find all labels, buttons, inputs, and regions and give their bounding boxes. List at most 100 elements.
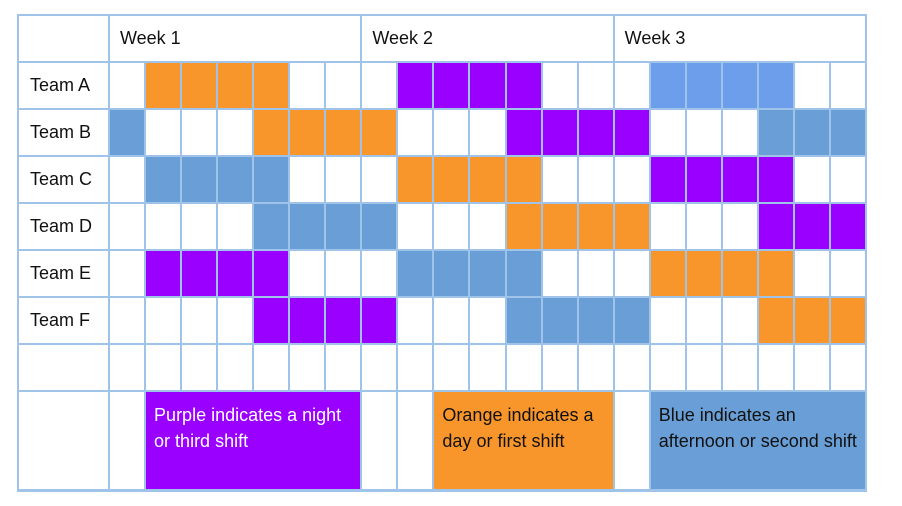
empty-cell[interactable] [578,251,613,296]
empty-cell[interactable] [434,298,469,343]
empty-cell[interactable] [398,204,433,249]
empty-cell[interactable] [110,298,145,343]
afternoon-shift-cell[interactable] [542,298,577,343]
empty-cell[interactable] [470,204,505,249]
empty-cell[interactable] [182,110,217,155]
empty-cell[interactable] [578,63,613,108]
empty-cell[interactable] [578,345,613,390]
afternoon-shift-cell[interactable] [398,251,433,296]
afternoon-shift-cell[interactable] [830,110,865,155]
afternoon-shift-cell[interactable] [758,63,793,108]
day-shift-cell[interactable] [758,298,793,343]
empty-cell[interactable] [650,110,685,155]
night-shift-cell[interactable] [362,298,397,343]
afternoon-shift-cell[interactable] [506,251,541,296]
empty-cell[interactable] [146,110,181,155]
afternoon-shift-cell[interactable] [218,157,253,202]
empty-cell[interactable] [326,345,361,390]
empty-cell[interactable] [398,110,433,155]
empty-cell[interactable] [362,63,397,108]
empty-cell[interactable] [614,63,649,108]
day-shift-cell[interactable] [290,110,325,155]
empty-cell[interactable] [362,251,397,296]
afternoon-shift-cell[interactable] [686,63,721,108]
afternoon-shift-cell[interactable] [146,157,181,202]
empty-cell[interactable] [398,345,433,390]
empty-cell[interactable] [362,392,397,489]
empty-cell[interactable] [542,345,577,390]
empty-cell[interactable] [830,157,865,202]
empty-cell[interactable] [254,345,289,390]
empty-cell[interactable] [182,345,217,390]
empty-cell[interactable] [794,345,829,390]
empty-cell[interactable] [146,345,181,390]
day-shift-cell[interactable] [398,157,433,202]
empty-cell[interactable] [218,204,253,249]
day-shift-cell[interactable] [218,63,253,108]
empty-cell[interactable] [218,110,253,155]
empty-cell[interactable] [686,298,721,343]
empty-cell[interactable] [650,204,685,249]
day-shift-cell[interactable] [686,251,721,296]
team-label[interactable]: Team A [19,63,108,108]
day-shift-cell[interactable] [470,157,505,202]
empty-cell[interactable] [398,392,433,489]
empty-cell[interactable] [542,251,577,296]
empty-cell[interactable] [398,298,433,343]
day-shift-cell[interactable] [650,251,685,296]
night-shift-cell[interactable] [650,157,685,202]
night-shift-cell[interactable] [758,204,793,249]
empty-cell[interactable] [542,157,577,202]
day-shift-cell[interactable] [578,204,613,249]
empty-cell[interactable] [686,110,721,155]
day-shift-cell[interactable] [614,204,649,249]
empty-cell[interactable] [650,345,685,390]
empty-cell[interactable] [722,298,757,343]
night-shift-cell[interactable] [326,298,361,343]
empty-cell[interactable] [146,204,181,249]
empty-cell[interactable] [650,298,685,343]
empty-cell[interactable] [362,157,397,202]
empty-cell[interactable] [110,345,145,390]
legend-row-label[interactable] [19,392,108,489]
afternoon-shift-cell[interactable] [614,298,649,343]
day-shift-cell[interactable] [506,157,541,202]
day-shift-cell[interactable] [434,157,469,202]
team-label[interactable]: Team D [19,204,108,249]
empty-cell[interactable] [290,63,325,108]
empty-cell[interactable] [434,110,469,155]
day-shift-cell[interactable] [182,63,217,108]
empty-cell[interactable] [470,298,505,343]
empty-cell[interactable] [686,204,721,249]
empty-cell[interactable] [614,157,649,202]
night-shift-cell[interactable] [182,251,217,296]
night-shift-cell[interactable] [758,157,793,202]
empty-cell[interactable] [794,63,829,108]
day-shift-cell[interactable] [254,110,289,155]
team-label[interactable]: Team C [19,157,108,202]
empty-cell[interactable] [794,157,829,202]
empty-cell[interactable] [182,298,217,343]
empty-cell[interactable] [470,345,505,390]
empty-cell[interactable] [326,251,361,296]
empty-cell[interactable] [470,110,505,155]
corner-cell[interactable] [19,16,108,61]
empty-cell[interactable] [686,345,721,390]
afternoon-shift-cell[interactable] [650,63,685,108]
empty-cell[interactable] [542,63,577,108]
legend-orange[interactable]: Orange indicates a day or first shift [434,392,613,489]
afternoon-shift-cell[interactable] [578,298,613,343]
empty-cell[interactable] [830,63,865,108]
empty-cell[interactable] [326,157,361,202]
night-shift-cell[interactable] [398,63,433,108]
night-shift-cell[interactable] [794,204,829,249]
empty-cell[interactable] [830,345,865,390]
night-shift-cell[interactable] [254,298,289,343]
night-shift-cell[interactable] [218,251,253,296]
week-header[interactable]: Week 1 [110,16,361,61]
afternoon-shift-cell[interactable] [506,298,541,343]
empty-cell[interactable] [110,63,145,108]
empty-cell[interactable] [830,251,865,296]
empty-cell[interactable] [614,251,649,296]
day-shift-cell[interactable] [326,110,361,155]
